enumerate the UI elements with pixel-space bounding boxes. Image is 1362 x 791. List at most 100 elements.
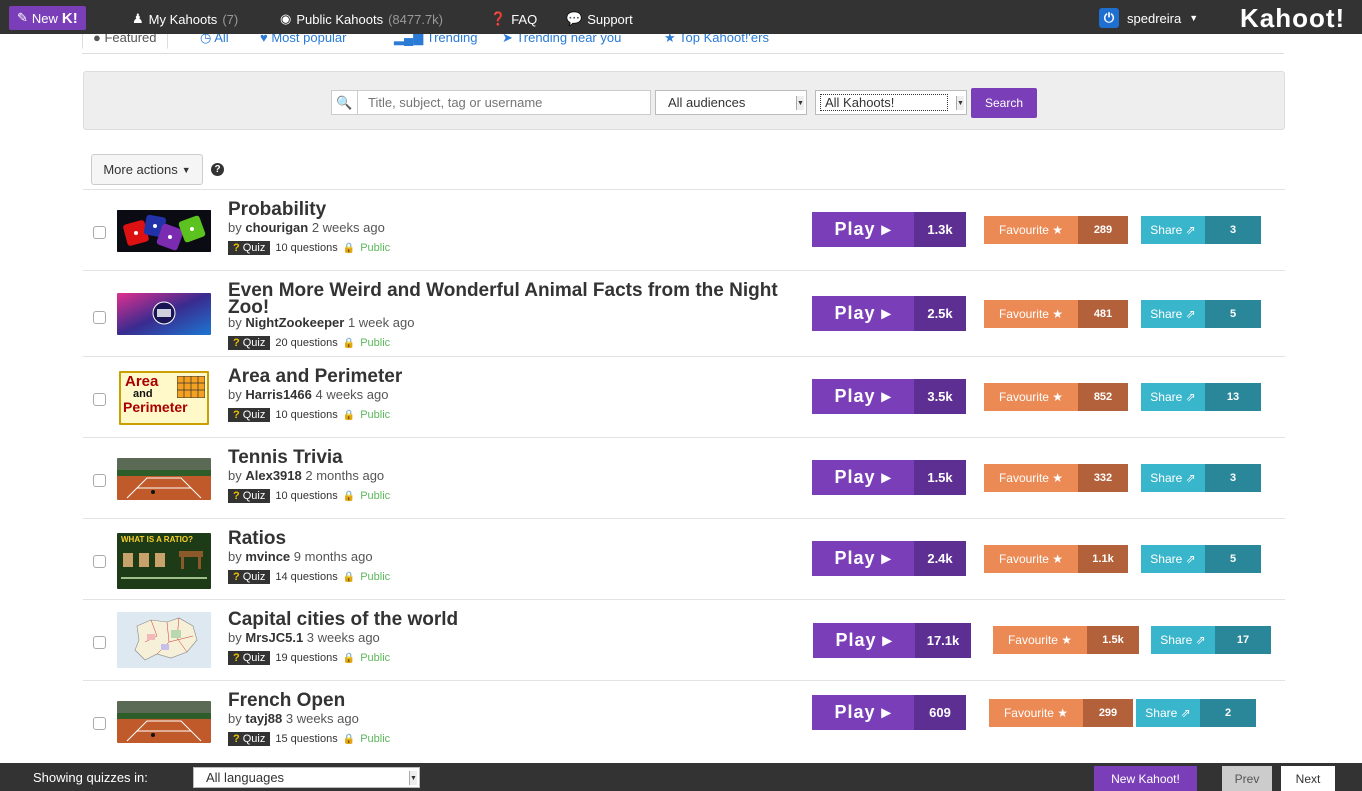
search-button[interactable]: Search: [971, 88, 1037, 118]
quiz-title[interactable]: Tennis Trivia: [228, 448, 788, 467]
quiz-age: 2 months ago: [305, 468, 385, 483]
quiz-author[interactable]: NightZookeeper: [245, 315, 344, 330]
quiz-age: 9 months ago: [293, 549, 373, 564]
audience-select[interactable]: All audiences ▼: [655, 90, 807, 115]
quiz-title[interactable]: Area and Perimeter: [228, 367, 788, 386]
new-kahoot-footer-button[interactable]: New Kahoot!: [1094, 766, 1197, 791]
play-button[interactable]: Play ▸ 2.5k: [812, 296, 966, 331]
quiz-byline: by tayj88 3 weeks ago: [228, 711, 359, 726]
tab-top-kahooters[interactable]: ★ Top Kahoot!'ers: [664, 34, 769, 46]
row-checkbox[interactable]: [93, 311, 106, 324]
share-icon: ⇗: [1192, 633, 1206, 647]
row-checkbox[interactable]: [93, 226, 106, 239]
quiz-author[interactable]: tayj88: [245, 711, 282, 726]
by-label: by: [228, 468, 242, 483]
favourite-button[interactable]: Favourite ★ 852: [984, 383, 1128, 411]
help-icon[interactable]: ?: [211, 163, 224, 176]
tab-trending-near-you[interactable]: ➤ Trending near you: [502, 34, 621, 46]
row-checkbox[interactable]: [93, 717, 106, 730]
quiz-type: Quiz: [242, 571, 266, 583]
favourite-button[interactable]: Favourite ★ 1.5k: [993, 626, 1139, 654]
share-button[interactable]: Share ⇗ 2: [1136, 699, 1256, 727]
quiz-type: Quiz: [242, 652, 266, 664]
favourite-count: 1.1k: [1078, 545, 1128, 573]
row-checkbox[interactable]: [93, 474, 106, 487]
tab-all[interactable]: ◷ All: [200, 34, 229, 46]
quiz-author[interactable]: MrsJC5.1: [245, 630, 303, 645]
quiz-thumbnail-ratio[interactable]: WHAT IS A RATIO?: [117, 533, 211, 589]
quiz-row: Probability by chourigan 2 weeks ago ? Qu…: [83, 189, 1285, 270]
nav-public-kahoots-label: Public Kahoots: [296, 11, 384, 27]
play-label: Play ▸: [812, 296, 914, 331]
quiz-title[interactable]: Even More Weird and Wonderful Animal Fac…: [228, 281, 788, 317]
user-menu[interactable]: ⏻ spedreira ▼: [1099, 8, 1198, 28]
favourite-button[interactable]: Favourite ★ 299: [989, 699, 1133, 727]
quiz-meta: ? Quiz 15 questions 🔒 Public: [228, 732, 390, 746]
row-checkbox[interactable]: [93, 555, 106, 568]
prev-page-button[interactable]: Prev: [1222, 766, 1272, 791]
nav-my-kahoots[interactable]: ♟ My Kahoots (7): [132, 11, 238, 27]
nav-support[interactable]: 💬 Support: [566, 11, 633, 27]
kahoot-kind-select[interactable]: All Kahoots! ▼: [815, 90, 967, 115]
quiz-thumbnail-night-zoo[interactable]: [117, 293, 211, 335]
quiz-author[interactable]: mvince: [245, 549, 290, 564]
kahoot-logo[interactable]: Kahoot!: [1240, 3, 1345, 34]
quiz-byline: by chourigan 2 weeks ago: [228, 220, 385, 235]
nav-faq-label: FAQ: [511, 11, 538, 27]
share-count: 5: [1205, 545, 1261, 573]
row-checkbox[interactable]: [93, 393, 106, 406]
play-count: 1.5k: [914, 460, 966, 495]
quiz-thumbnail-french-open[interactable]: [117, 701, 211, 743]
chart-icon: ▂▄▆: [394, 34, 424, 45]
tab-most-popular[interactable]: ♥ Most popular: [260, 34, 347, 45]
favourite-label: Favourite ★: [984, 464, 1078, 492]
next-page-button[interactable]: Next: [1281, 766, 1335, 791]
play-button[interactable]: Play ▸ 609: [812, 695, 966, 730]
row-checkbox[interactable]: [93, 636, 106, 649]
play-label: Play ▸: [812, 212, 914, 247]
tab-featured[interactable]: ● Featured: [82, 34, 168, 49]
favourite-button[interactable]: Favourite ★ 481: [984, 300, 1128, 328]
favourite-button[interactable]: Favourite ★ 332: [984, 464, 1128, 492]
share-button[interactable]: Share ⇗ 5: [1141, 545, 1261, 573]
question-mark-icon: ?: [233, 733, 240, 745]
quiz-title[interactable]: Probability: [228, 200, 788, 219]
quiz-author[interactable]: Alex3918: [245, 468, 301, 483]
play-button[interactable]: Play ▸ 1.3k: [812, 212, 966, 247]
quiz-author[interactable]: chourigan: [245, 220, 308, 235]
favourite-button[interactable]: Favourite ★ 289: [984, 216, 1128, 244]
visibility-label: Public: [360, 490, 391, 502]
quiz-type-badge: ? Quiz: [228, 241, 271, 255]
play-button[interactable]: Play ▸ 3.5k: [812, 379, 966, 414]
share-button[interactable]: Share ⇗ 3: [1141, 216, 1261, 244]
share-button[interactable]: Share ⇗ 5: [1141, 300, 1261, 328]
play-button[interactable]: Play ▸ 17.1k: [813, 623, 971, 658]
share-button[interactable]: Share ⇗ 17: [1151, 626, 1271, 654]
favourite-button[interactable]: Favourite ★ 1.1k: [984, 545, 1128, 573]
more-actions-button[interactable]: More actions ▼: [91, 154, 203, 185]
by-label: by: [228, 220, 242, 235]
quiz-thumbnail-tennis-court[interactable]: [117, 458, 211, 500]
quiz-title[interactable]: French Open: [228, 691, 788, 710]
quiz-row: Capital cities of the world by MrsJC5.1 …: [83, 599, 1285, 680]
quiz-title[interactable]: Capital cities of the world: [228, 610, 788, 629]
play-button[interactable]: Play ▸ 1.5k: [812, 460, 966, 495]
nav-public-kahoots[interactable]: ◉ Public Kahoots (8477.7k): [280, 11, 443, 27]
quiz-thumbnail-europe-map[interactable]: [117, 612, 211, 668]
favourite-count: 332: [1078, 464, 1128, 492]
share-button[interactable]: Share ⇗ 13: [1141, 383, 1261, 411]
quiz-author[interactable]: Harris1466: [245, 387, 312, 402]
share-button[interactable]: Share ⇗ 3: [1141, 464, 1261, 492]
quiz-age: 2 weeks ago: [311, 220, 385, 235]
language-select[interactable]: All languages ▼: [193, 767, 420, 788]
quiz-title[interactable]: Ratios: [228, 529, 788, 548]
tab-trending[interactable]: ▂▄▆ Trending: [394, 34, 477, 46]
play-label: Play ▸: [812, 695, 914, 730]
play-button[interactable]: Play ▸ 2.4k: [812, 541, 966, 576]
share-icon: ⇗: [1182, 307, 1196, 321]
search-input[interactable]: [357, 90, 651, 115]
quiz-thumbnail-area[interactable]: Area and Perimeter: [119, 371, 209, 425]
quiz-thumbnail-dice[interactable]: [117, 210, 211, 252]
new-kahoot-button[interactable]: ✎ New K!: [9, 6, 86, 30]
nav-faq[interactable]: ❓ FAQ: [490, 11, 537, 27]
